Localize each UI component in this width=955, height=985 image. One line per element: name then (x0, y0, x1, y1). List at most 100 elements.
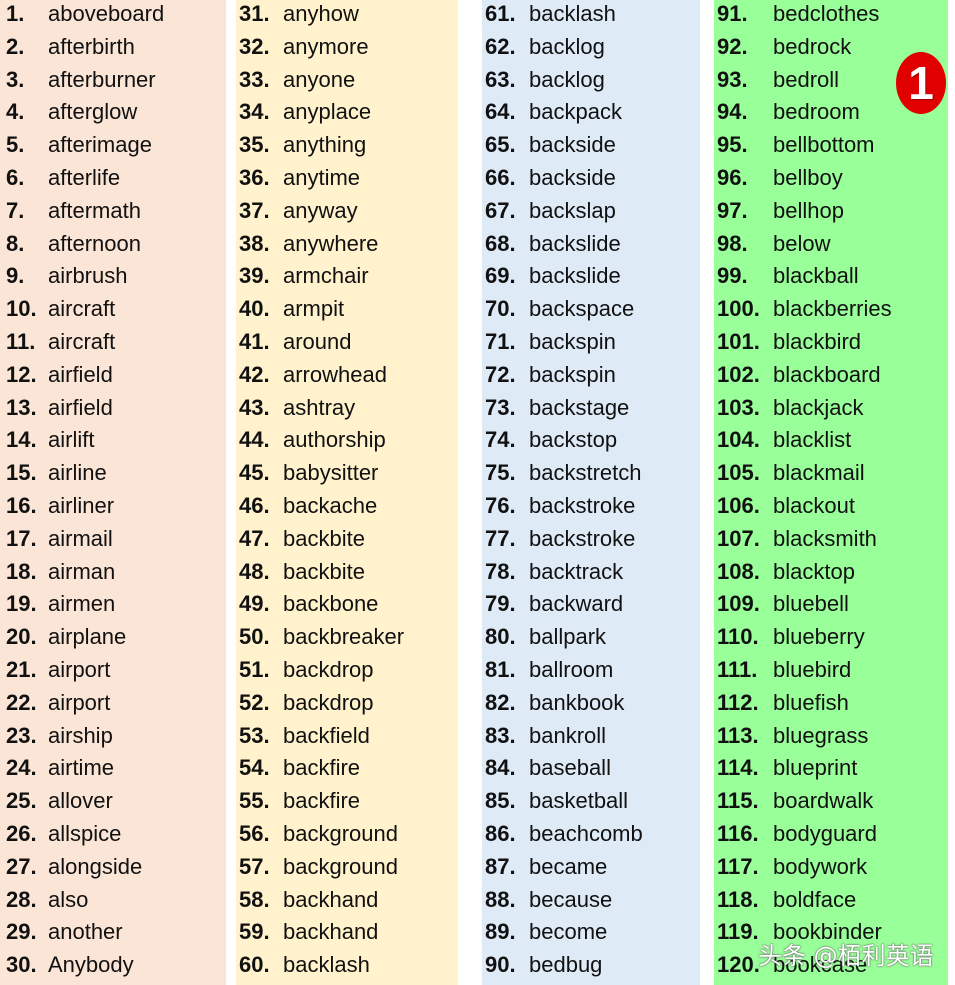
item-word: backtrack (529, 558, 624, 584)
item-number: 17. (6, 525, 37, 551)
item-word: because (529, 886, 613, 912)
item-word: blackball (773, 263, 859, 289)
item-word: bodywork (773, 853, 868, 879)
item-number: 85. (485, 788, 516, 814)
item-word: boldface (773, 886, 857, 912)
list-item: 36. anytime (239, 164, 458, 197)
item-number: 108. (717, 558, 760, 584)
list-item: 3. afterburner (6, 66, 226, 99)
list-item: 26. allspice (6, 820, 226, 853)
item-word: bellhop (773, 197, 844, 223)
item-word: backlash (529, 1, 616, 26)
item-number: 32. (239, 33, 270, 59)
list-item: 25. allover (6, 787, 226, 820)
item-number: 75. (485, 460, 516, 486)
item-number: 31. (239, 1, 270, 26)
item-number: 44. (239, 427, 270, 453)
list-item: 42. arrowhead (239, 361, 458, 394)
list-item: 107. blacksmith (717, 525, 948, 558)
list-item: 69. backslide (485, 262, 700, 295)
item-word: blackmail (773, 460, 865, 486)
list-item: 58. backhand (239, 886, 458, 919)
item-number: 90. (485, 952, 516, 978)
item-word: aircraft (48, 328, 116, 354)
item-word: airfield (48, 361, 113, 387)
item-word: bluegrass (773, 722, 869, 748)
list-item: 9. airbrush (6, 262, 226, 295)
item-number: 25. (6, 788, 37, 814)
item-word: babysitter (283, 460, 379, 486)
item-number: 54. (239, 755, 270, 781)
list-item: 79. backward (485, 590, 700, 623)
list-item: 116. bodyguard (717, 820, 948, 853)
list-item: 1. aboveboard (6, 0, 226, 33)
item-number: 72. (485, 361, 516, 387)
item-word: backbite (283, 558, 365, 584)
item-number: 111. (717, 656, 758, 682)
item-word: blueberry (773, 624, 865, 650)
list-item: 4. afterglow (6, 98, 226, 131)
item-word: backspace (529, 296, 635, 322)
item-word: blacklist (773, 427, 852, 453)
item-word: blackberries (773, 296, 892, 322)
list-item: 37. anyway (239, 197, 458, 230)
item-word: arrowhead (283, 361, 387, 387)
item-word: bedroom (773, 99, 860, 125)
item-number: 36. (239, 164, 270, 190)
list-item: 62. backlog (485, 33, 700, 66)
list-item: 112. bluefish (717, 689, 948, 722)
list-item: 34. anyplace (239, 98, 458, 131)
item-word: bellbottom (773, 132, 875, 158)
list-item: 47. backbite (239, 525, 458, 558)
list-item: 40. armpit (239, 295, 458, 328)
item-number: 45. (239, 460, 270, 486)
item-word: bellboy (773, 164, 843, 190)
list-item: 44. authorship (239, 426, 458, 459)
item-number: 58. (239, 886, 270, 912)
list-item: 72. backspin (485, 361, 700, 394)
list-item: 6. afterlife (6, 164, 226, 197)
item-number: 116. (717, 820, 759, 846)
item-word: airport (48, 689, 111, 715)
list-item: 88. because (485, 886, 700, 919)
item-word: allspice (48, 820, 122, 846)
item-number: 40. (239, 296, 270, 322)
item-word: backward (529, 591, 624, 617)
item-word: also (48, 886, 89, 912)
item-number: 63. (485, 66, 516, 92)
item-word: backlog (529, 33, 605, 59)
item-word: backbone (283, 591, 379, 617)
list-item: 20. airplane (6, 623, 226, 656)
item-number: 5. (6, 132, 25, 158)
item-word: backspin (529, 328, 616, 354)
list-item: 76. backstroke (485, 492, 700, 525)
list-item: 91. bedclothes (717, 0, 948, 33)
item-number: 76. (485, 492, 516, 518)
item-word: afterglow (48, 99, 138, 125)
list-item: 63. backlog (485, 66, 700, 99)
item-word: backlog (529, 66, 605, 92)
list-item: 5. afterimage (6, 131, 226, 164)
item-number: 21. (6, 656, 37, 682)
item-word: boardwalk (773, 788, 874, 814)
list-item: 31. anyhow (239, 0, 458, 33)
list-item: 57. background (239, 853, 458, 886)
list-item: 55. backfire (239, 787, 458, 820)
item-word: backstop (529, 427, 618, 453)
list-item: 21. airport (6, 656, 226, 689)
item-number: 56. (239, 820, 270, 846)
item-word: blueprint (773, 755, 858, 781)
item-word: backfire (283, 788, 361, 814)
list-item: 33. anyone (239, 66, 458, 99)
item-number: 73. (485, 394, 516, 420)
item-number: 82. (485, 689, 516, 715)
item-number: 102. (717, 361, 760, 387)
item-number: 42. (239, 361, 270, 387)
word-column-1: 1. aboveboard 2. afterbirth 3. afterburner 4. a… (0, 0, 226, 985)
list-item: 50. backbreaker (239, 623, 458, 656)
list-item: 24. airtime (6, 754, 226, 787)
list-item: 38. anywhere (239, 230, 458, 263)
list-item: 28. also (6, 886, 226, 919)
item-word: ashtray (283, 394, 356, 420)
item-word: blackout (773, 492, 855, 518)
